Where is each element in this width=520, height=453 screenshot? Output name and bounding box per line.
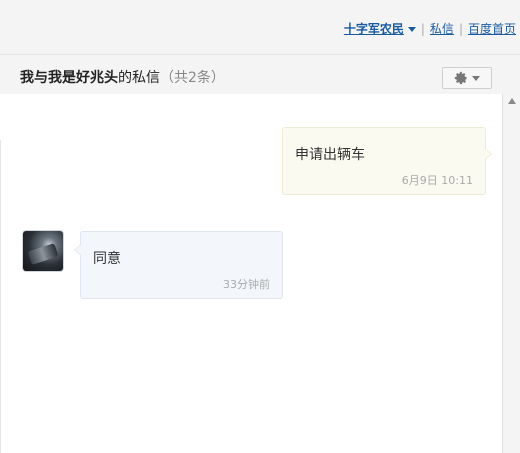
title-prefix: 我与 [20, 70, 48, 86]
chevron-down-icon[interactable] [407, 26, 416, 32]
scrollbar[interactable] [502, 94, 520, 453]
message-text: 申请出辆车 [295, 147, 365, 163]
page-title: 我与我是好兆头的私信（共2条） [20, 67, 225, 87]
message-bubble-received: 同意 33分钟前 [74, 231, 283, 299]
panel-border [0, 140, 1, 453]
message-bubble-sent: 申请出辆车 6月9日 10:11 [282, 127, 492, 195]
message-time: 6月9日 10:11 [401, 174, 473, 187]
message-text: 同意 [93, 251, 121, 267]
nav-separator: | [420, 21, 425, 36]
chevron-down-icon [472, 75, 480, 81]
nav-separator: | [458, 21, 463, 36]
user-menu-link[interactable]: 十字军农民 [344, 20, 404, 37]
bubble-pointer-fill [485, 149, 491, 159]
message-time: 33分钟前 [223, 278, 270, 291]
title-username: 我是好兆头 [48, 70, 118, 86]
nav-link-baidu-home[interactable]: 百度首页 [468, 20, 516, 37]
settings-button[interactable] [442, 67, 492, 89]
avatar[interactable] [23, 231, 63, 271]
top-nav: 十字军农民 | 私信 | 百度首页 [0, 0, 520, 55]
title-suffix: 的私信 [118, 70, 160, 86]
gear-icon [454, 71, 468, 85]
bubble-pointer-fill [75, 245, 81, 255]
scroll-up-arrow-icon[interactable] [508, 98, 516, 104]
message-count: （共2条） [160, 70, 225, 86]
nav-link-messages[interactable]: 私信 [430, 20, 454, 37]
top-nav-links: 十字军农民 | 私信 | 百度首页 [344, 20, 516, 37]
